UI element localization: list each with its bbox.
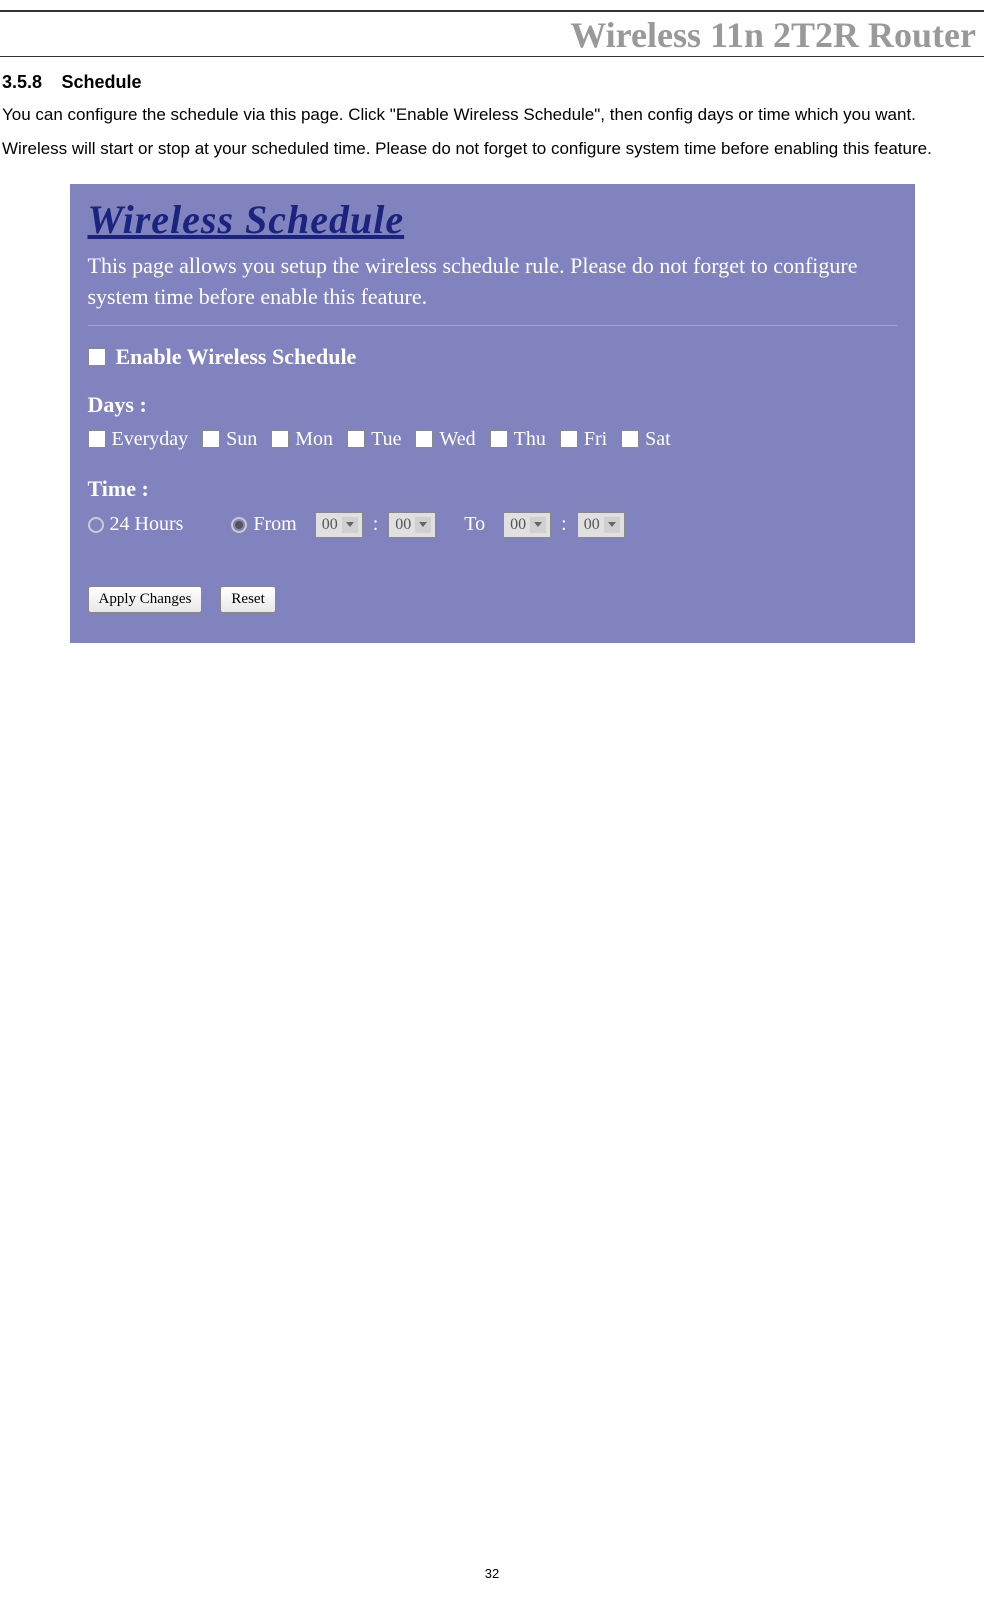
divider — [88, 325, 897, 326]
label-wed: Wed — [439, 428, 475, 451]
enable-label: Enable Wireless Schedule — [116, 344, 357, 370]
content-area: 3.5.8 Schedule You can configure the sch… — [0, 57, 984, 643]
colon-2: : — [561, 513, 567, 536]
day-tue: Tue — [347, 428, 401, 451]
panel-title: Wireless Schedule — [88, 196, 897, 243]
radio-24hours[interactable] — [88, 517, 104, 533]
chevron-down-icon — [530, 517, 546, 533]
days-row: Everyday Sun Mon Tue Wed — [88, 428, 897, 451]
checkbox-everyday[interactable] — [88, 430, 106, 448]
to-min-value: 00 — [584, 516, 600, 534]
label-everyday: Everyday — [112, 428, 189, 451]
time-from-option: From — [231, 513, 296, 536]
checkbox-mon[interactable] — [271, 430, 289, 448]
page-number: 32 — [485, 1566, 499, 1581]
apply-changes-button[interactable]: Apply Changes — [88, 586, 203, 613]
checkbox-sat[interactable] — [621, 430, 639, 448]
label-sun: Sun — [226, 428, 257, 451]
to-hour-value: 00 — [510, 516, 526, 534]
chevron-down-icon — [342, 517, 358, 533]
label-fri: Fri — [584, 428, 607, 451]
button-row: Apply Changes Reset — [88, 586, 897, 613]
label-from: From — [253, 513, 296, 536]
checkbox-fri[interactable] — [560, 430, 578, 448]
day-wed: Wed — [415, 428, 475, 451]
to-min-select[interactable]: 00 — [577, 512, 625, 538]
day-sun: Sun — [202, 428, 257, 451]
to-hour-select[interactable]: 00 — [503, 512, 551, 538]
days-label: Days : — [88, 392, 897, 418]
embedded-screenshot: Wireless Schedule This page allows you s… — [70, 184, 915, 643]
from-hour-value: 00 — [322, 516, 338, 534]
time-24h-option: 24 Hours — [88, 513, 184, 536]
radio-from[interactable] — [231, 517, 247, 533]
time-row: 24 Hours From 00 : 00 To 00 — [88, 512, 897, 538]
from-min-select[interactable]: 00 — [388, 512, 436, 538]
from-hour-select[interactable]: 00 — [315, 512, 363, 538]
section-number: 3.5.8 — [2, 72, 42, 92]
day-thu: Thu — [490, 428, 546, 451]
wireless-schedule-panel: Wireless Schedule This page allows you s… — [70, 184, 915, 643]
day-everyday: Everyday — [88, 428, 189, 451]
section-title: Schedule — [62, 72, 142, 92]
label-to: To — [464, 513, 485, 536]
page-header: Wireless 11n 2T2R Router — [0, 10, 984, 57]
checkbox-wed[interactable] — [415, 430, 433, 448]
reset-button[interactable]: Reset — [220, 586, 275, 613]
chevron-down-icon — [415, 517, 431, 533]
chevron-down-icon — [604, 517, 620, 533]
label-thu: Thu — [514, 428, 546, 451]
checkbox-tue[interactable] — [347, 430, 365, 448]
day-sat: Sat — [621, 428, 671, 451]
time-label: Time : — [88, 476, 897, 502]
colon-1: : — [373, 513, 379, 536]
enable-checkbox[interactable] — [88, 348, 106, 366]
section-heading: 3.5.8 Schedule — [2, 72, 982, 93]
day-fri: Fri — [560, 428, 607, 451]
day-mon: Mon — [271, 428, 333, 451]
section-body: You can configure the schedule via this … — [2, 98, 982, 166]
checkbox-thu[interactable] — [490, 430, 508, 448]
label-mon: Mon — [295, 428, 333, 451]
panel-description: This page allows you setup the wireless … — [88, 251, 897, 313]
label-tue: Tue — [371, 428, 401, 451]
from-min-value: 00 — [395, 516, 411, 534]
enable-row: Enable Wireless Schedule — [88, 344, 897, 370]
header-title: Wireless 11n 2T2R Router — [570, 15, 976, 55]
label-24hours: 24 Hours — [110, 513, 184, 536]
checkbox-sun[interactable] — [202, 430, 220, 448]
label-sat: Sat — [645, 428, 671, 451]
